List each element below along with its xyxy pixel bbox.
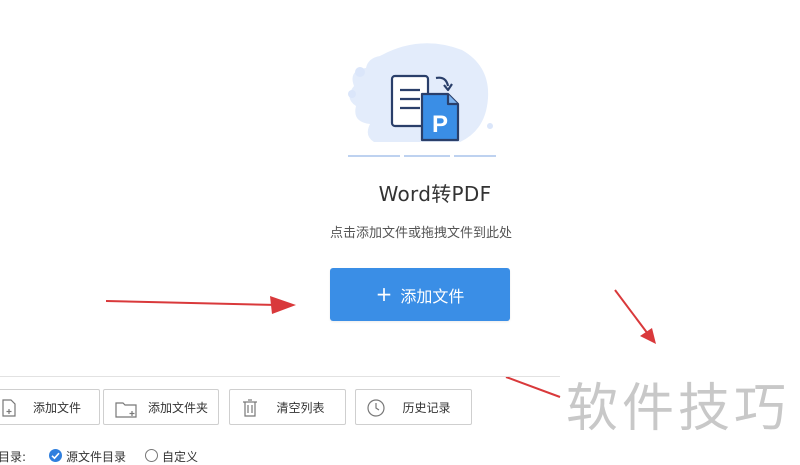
word-to-pdf-illustration: P	[348, 43, 496, 157]
add-file-button[interactable]: + 添加文件	[330, 268, 510, 321]
page-title: Word转PDF	[378, 182, 492, 206]
annotation-arrow-left	[105, 296, 296, 314]
toolbar-clear-list-button[interactable]: 清空列表	[229, 389, 346, 425]
toolbar-history-label: 历史记录	[402, 400, 451, 415]
checkmark-icon	[51, 452, 60, 460]
toolbar-add-file-button[interactable]: 添加文件	[0, 389, 100, 425]
toolbar-add-folder-button[interactable]: 添加文件夹	[103, 389, 219, 425]
plus-icon: +	[375, 281, 393, 306]
annotation-arrow-bottom	[505, 376, 561, 398]
toolbar-add-folder-label: 添加文件夹	[147, 400, 208, 415]
output-directory-label: 目录:	[0, 450, 27, 464]
watermark-text: 软件技巧	[566, 379, 791, 439]
pdf-doc-icon: P	[420, 92, 460, 142]
drop-hint-text: 点击添加文件或拖拽文件到此处	[329, 226, 512, 241]
radio-source-directory[interactable]	[49, 449, 62, 462]
pdf-letter: P	[432, 111, 448, 138]
toolbar-divider	[0, 376, 560, 377]
folder-add-icon	[115, 402, 137, 418]
toolbar-history-button[interactable]: 历史记录	[355, 389, 472, 425]
toolbar-clear-list-label: 清空列表	[276, 400, 325, 415]
annotation-arrow-right	[614, 289, 656, 344]
radio-custom-directory[interactable]	[145, 449, 158, 462]
radio-source-directory-label: 源文件目录	[66, 450, 127, 464]
toolbar-add-file-label: 添加文件	[32, 400, 81, 415]
radio-custom-directory-label: 自定义	[162, 450, 199, 464]
add-file-button-label: 添加文件	[400, 286, 465, 306]
